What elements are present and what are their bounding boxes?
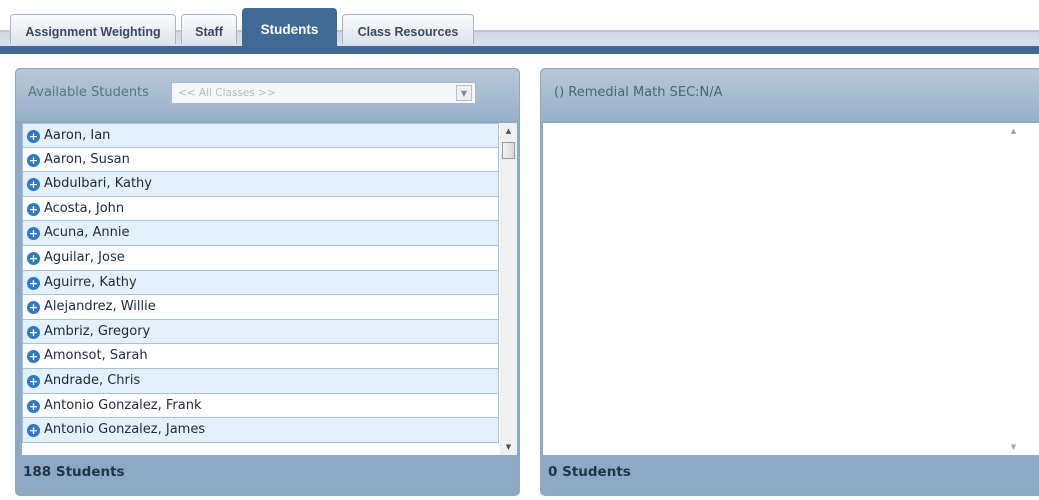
student-name: Amonsot, Sarah bbox=[44, 348, 148, 364]
student-name: Alejandrez, Willie bbox=[44, 299, 156, 315]
class-roster-panel: () Remedial Math SEC:N/A ▲ ▼ 0 Students bbox=[540, 68, 1039, 496]
student-name: Aaron, Susan bbox=[44, 151, 130, 167]
available-students-count: 188 Students bbox=[23, 464, 125, 480]
student-name: Abdulbari, Kathy bbox=[44, 176, 152, 192]
tab-bar: Assignment Weighting Staff Students Clas… bbox=[0, 0, 1039, 54]
available-students-footer: 188 Students bbox=[16, 455, 519, 495]
class-roster-scrollbar[interactable]: ▲ ▼ bbox=[1005, 123, 1022, 456]
available-students-panel: Available Students << All Classes >> ▼ +… bbox=[15, 68, 520, 496]
class-roster-list-area: ▲ ▼ bbox=[543, 123, 1039, 456]
tab-content-strip bbox=[0, 46, 1039, 54]
list-item[interactable]: + Andrade, Chris bbox=[22, 368, 499, 394]
student-name: Acosta, John bbox=[44, 200, 125, 216]
plus-circle-icon[interactable]: + bbox=[27, 178, 40, 192]
plus-circle-icon[interactable]: + bbox=[27, 325, 40, 339]
plus-circle-icon[interactable]: + bbox=[27, 424, 40, 438]
list-item[interactable]: + Abdulbari, Kathy bbox=[22, 172, 499, 197]
scroll-thumb[interactable] bbox=[502, 142, 515, 159]
available-students-scrollbar[interactable]: ▲ ▼ bbox=[500, 123, 517, 456]
chevron-down-icon[interactable]: ▼ bbox=[456, 85, 472, 101]
available-students-header: Available Students << All Classes >> ▼ bbox=[16, 69, 519, 121]
class-roster-header: () Remedial Math SEC:N/A bbox=[541, 69, 1039, 121]
student-name: Acuna, Annie bbox=[44, 225, 130, 241]
scroll-down-arrow-icon[interactable]: ▼ bbox=[1005, 439, 1022, 456]
available-students-list: + Aaron, Ian + Aaron, Susan + Abdulbari, Kath… bbox=[22, 123, 499, 443]
student-name: Aaron, Ian bbox=[44, 128, 111, 143]
student-name: Aguirre, Kathy bbox=[44, 274, 137, 290]
available-students-list-area: + Aaron, Ian + Aaron, Susan + Abdulbari, Kath… bbox=[22, 123, 517, 456]
student-name: Ambriz, Gregory bbox=[44, 323, 151, 339]
list-item[interactable]: + Amonsot, Sarah bbox=[22, 344, 499, 369]
list-item[interactable]: + Alejandrez, Willie bbox=[22, 295, 499, 320]
tab-assignment-weighting[interactable]: Assignment Weighting bbox=[10, 14, 176, 44]
student-name: Andrade, Chris bbox=[44, 372, 141, 388]
plus-circle-icon[interactable]: + bbox=[27, 301, 40, 315]
student-name: Antonio Gonzalez, James bbox=[44, 422, 206, 438]
plus-circle-icon[interactable]: + bbox=[27, 251, 40, 265]
plus-circle-icon[interactable]: + bbox=[27, 227, 40, 241]
list-item[interactable]: + Acuna, Annie bbox=[22, 221, 499, 246]
list-item[interactable]: + Aaron, Susan bbox=[22, 147, 499, 173]
plus-circle-icon[interactable]: + bbox=[27, 153, 40, 167]
list-item[interactable]: + Aguirre, Kathy bbox=[22, 270, 499, 296]
list-item[interactable]: + Ambriz, Gregory bbox=[22, 319, 499, 345]
list-item[interactable]: + Acosta, John bbox=[22, 196, 499, 222]
plus-circle-icon[interactable]: + bbox=[27, 374, 40, 388]
class-filter-value: << All Classes >> bbox=[178, 87, 276, 99]
student-name: Antonio Gonzalez, Frank bbox=[44, 397, 202, 413]
list-item[interactable]: + Antonio Gonzalez, James bbox=[22, 418, 499, 443]
plus-circle-icon[interactable]: + bbox=[27, 202, 40, 216]
scroll-up-arrow-icon[interactable]: ▲ bbox=[500, 123, 517, 140]
student-name: Aguilar, Jose bbox=[44, 249, 125, 265]
class-roster-title: () Remedial Math SEC:N/A bbox=[554, 85, 723, 100]
tab-students[interactable]: Students bbox=[242, 8, 337, 54]
list-item[interactable]: + Aguilar, Jose bbox=[22, 245, 499, 271]
tab-staff[interactable]: Staff bbox=[181, 14, 237, 44]
list-item[interactable]: + Antonio Gonzalez, Frank bbox=[22, 393, 499, 419]
list-item[interactable]: + Aaron, Ian bbox=[22, 123, 499, 148]
tab-class-resources[interactable]: Class Resources bbox=[342, 14, 474, 44]
plus-circle-icon[interactable]: + bbox=[27, 276, 40, 290]
plus-circle-icon[interactable]: + bbox=[27, 350, 40, 364]
class-roster-footer: 0 Students bbox=[541, 455, 1039, 495]
scroll-up-arrow-icon[interactable]: ▲ bbox=[1005, 123, 1022, 140]
available-students-label: Available Students bbox=[28, 85, 149, 100]
class-filter-select[interactable]: << All Classes >> ▼ bbox=[171, 82, 476, 104]
class-roster-count: 0 Students bbox=[548, 464, 631, 480]
plus-circle-icon[interactable]: + bbox=[27, 399, 40, 413]
scroll-down-arrow-icon[interactable]: ▼ bbox=[500, 439, 517, 456]
plus-circle-icon[interactable]: + bbox=[27, 130, 40, 143]
